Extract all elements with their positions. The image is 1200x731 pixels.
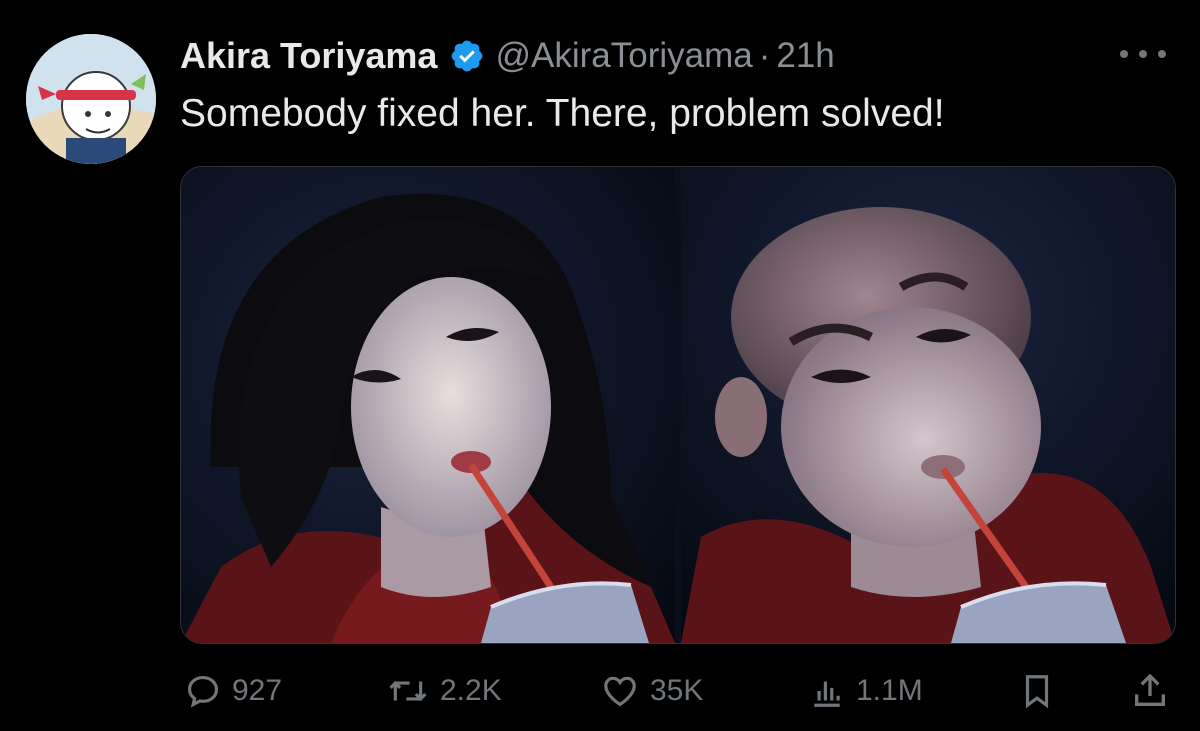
author-handle[interactable]: @AkiraToriyama (495, 36, 752, 76)
views-icon (814, 681, 840, 707)
verified-badge-icon (449, 38, 485, 74)
tweet-header: Akira Toriyama @AkiraToriyama · 21h (180, 30, 835, 82)
reply-icon (187, 675, 219, 708)
repost-count: 2.2K (440, 674, 502, 707)
reply-button[interactable]: 927 (184, 664, 282, 718)
repost-icon (389, 680, 427, 702)
like-button[interactable]: 35K (600, 664, 703, 718)
tweet-text: Somebody fixed her. There, problem solve… (180, 92, 945, 135)
repost-button[interactable]: 2.2K (386, 664, 502, 718)
original-photo[interactable] (181, 167, 675, 643)
more-dot (1139, 50, 1147, 58)
media-grid (180, 166, 1176, 644)
avatar-image (26, 34, 156, 164)
share-button[interactable] (1130, 664, 1170, 718)
tweet-timestamp[interactable]: 21h (776, 36, 834, 76)
author-name[interactable]: Akira Toriyama (180, 35, 437, 77)
avatar[interactable] (26, 34, 156, 164)
more-dot (1158, 50, 1166, 58)
bookmark-button[interactable] (1018, 664, 1056, 718)
action-bar: 927 2.2K 35K 1.1M (184, 664, 1174, 718)
views-count: 1.1M (856, 674, 923, 707)
share-icon (1135, 673, 1165, 706)
separator-dot: · (758, 36, 771, 75)
reply-count: 927 (232, 674, 283, 707)
bookmark-icon (1025, 675, 1049, 709)
like-count: 35K (650, 674, 704, 707)
more-dot (1120, 50, 1128, 58)
more-options-icon[interactable] (1120, 40, 1166, 68)
heart-icon (604, 676, 636, 707)
edited-photo[interactable] (681, 167, 1175, 643)
views-button[interactable]: 1.1M (808, 664, 923, 718)
